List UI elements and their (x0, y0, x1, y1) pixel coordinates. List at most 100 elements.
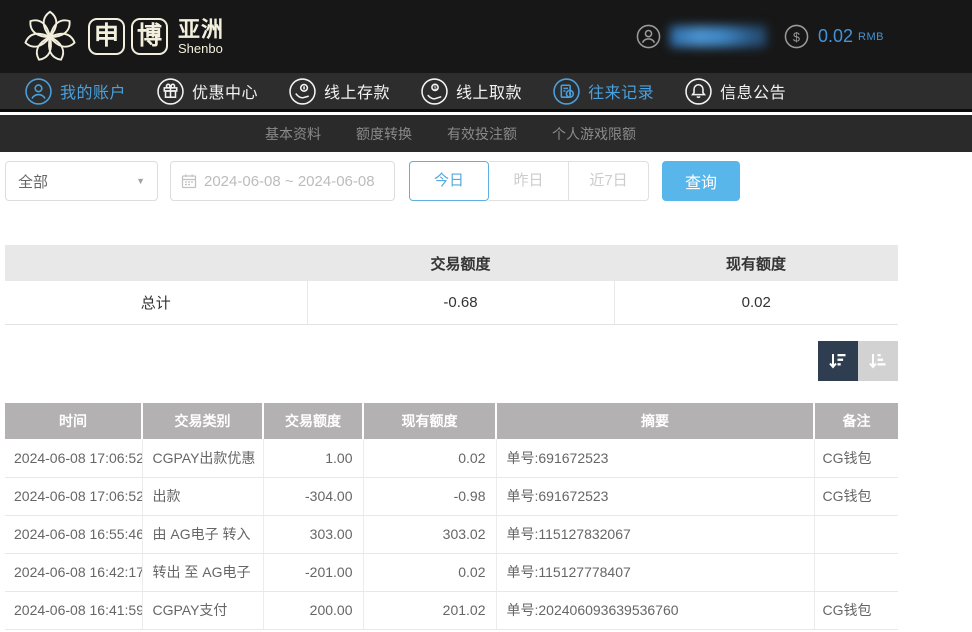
range-button-yesterday[interactable]: 昨日 (489, 161, 569, 201)
cell-time: 2024-06-08 16:42:17 (5, 553, 142, 591)
deposit-icon (289, 78, 316, 105)
table-row: 2024-06-08 17:06:52 出款 -304.00 -0.98 单号:… (5, 477, 898, 515)
cell-current-balance: 201.02 (363, 591, 496, 629)
type-select-value: 全部 (18, 171, 48, 192)
cell-time: 2024-06-08 17:06:52 (5, 477, 142, 515)
chevron-down-icon: ▼ (136, 176, 145, 186)
cell-type: 由 AG电子 转入 (142, 515, 263, 553)
cell-current-balance: 0.02 (363, 439, 496, 477)
cell-current-balance: -0.98 (363, 477, 496, 515)
balance-amount: 0.02 (818, 26, 853, 47)
cell-note: CG钱包 (814, 591, 898, 629)
bell-icon (685, 78, 712, 105)
nav-item-deposit[interactable]: 线上存款 (289, 78, 390, 105)
nav-item-promotions[interactable]: 优惠中心 (157, 78, 258, 105)
date-range-value: 2024-06-08 ~ 2024-06-08 (204, 173, 375, 190)
subnav-item-basic-info[interactable]: 基本资料 (265, 124, 321, 144)
cell-transaction-amount: 303.00 (263, 515, 363, 553)
logo-region: 亚洲 Shenbo (178, 19, 224, 55)
user-icon (25, 78, 52, 105)
dollar-icon: $ (784, 24, 809, 49)
cell-type: 转出 至 AG电子 (142, 553, 263, 591)
nav-item-announcements[interactable]: 信息公告 (685, 78, 786, 105)
brand-logo[interactable]: 申 博 亚洲 Shenbo (22, 9, 224, 65)
nav-label: 线上存款 (324, 79, 390, 103)
table-row: 2024-06-08 16:41:59 CGPAY支付 200.00 201.0… (5, 591, 898, 629)
summary-header-row: 交易额度 现有额度 (5, 245, 898, 281)
user-account-block[interactable] (636, 24, 766, 49)
cell-summary: 单号:202406093639536760 (496, 591, 814, 629)
cell-note (814, 515, 898, 553)
query-button[interactable]: 查询 (662, 161, 740, 201)
summary-current-balance: 0.02 (614, 281, 898, 324)
username-redacted (670, 26, 766, 47)
table-row: 2024-06-08 16:42:17 转出 至 AG电子 -201.00 0.… (5, 553, 898, 591)
sort-descending-button[interactable] (818, 341, 858, 381)
nav-item-my-account[interactable]: 我的账户 (25, 78, 126, 105)
records-header-summary: 摘要 (496, 403, 814, 439)
withdraw-icon: $ (421, 78, 448, 105)
cell-current-balance: 0.02 (363, 553, 496, 591)
cell-transaction-amount: -201.00 (263, 553, 363, 591)
nav-label: 优惠中心 (192, 79, 258, 103)
nav-item-transaction-records[interactable]: 往来记录 (553, 78, 654, 105)
logo-char-bo: 博 (131, 18, 168, 55)
sort-controls (818, 341, 898, 381)
cell-summary: 单号:115127778407 (496, 553, 814, 591)
summary-total-label: 总计 (5, 281, 307, 324)
cell-summary: 单号:691672523 (496, 439, 814, 477)
main-nav: 我的账户 优惠中心 线上存款 $ 线上取款 (0, 73, 972, 112)
summary-header-transaction-amount: 交易额度 (307, 245, 614, 281)
cell-note (814, 553, 898, 591)
balance-currency: RMB (858, 31, 884, 43)
nav-label: 线上取款 (456, 79, 522, 103)
logo-char-shen: 申 (88, 18, 125, 55)
records-header-transaction-amount: 交易额度 (263, 403, 363, 439)
table-row: 2024-06-08 17:06:52 CGPAY出款优惠 1.00 0.02 … (5, 439, 898, 477)
range-button-today[interactable]: 今日 (409, 161, 489, 201)
records-header-type: 交易类别 (142, 403, 263, 439)
cell-type: CGPAY支付 (142, 591, 263, 629)
sort-ascending-icon (867, 350, 889, 372)
records-header-current-balance: 现有额度 (363, 403, 496, 439)
sub-nav: 基本资料 额度转换 有效投注额 个人游戏限额 (0, 115, 972, 152)
summary-total-row: 总计 -0.68 0.02 (5, 281, 898, 324)
top-header: 申 博 亚洲 Shenbo $ 0.02 RMB (0, 0, 972, 73)
nav-label: 信息公告 (720, 79, 786, 103)
page: 申 博 亚洲 Shenbo $ 0.02 RMB (0, 0, 972, 632)
cell-time: 2024-06-08 16:55:46 (5, 515, 142, 553)
records-icon (553, 78, 580, 105)
table-row: 2024-06-08 16:55:46 由 AG电子 转入 303.00 303… (5, 515, 898, 553)
cell-transaction-amount: -304.00 (263, 477, 363, 515)
date-range-input[interactable]: 2024-06-08 ~ 2024-06-08 (170, 161, 395, 201)
summary-table: 交易额度 现有额度 总计 -0.68 0.02 (5, 245, 898, 325)
cell-time: 2024-06-08 17:06:52 (5, 439, 142, 477)
cell-transaction-amount: 200.00 (263, 591, 363, 629)
sort-ascending-button[interactable] (858, 341, 898, 381)
subnav-item-game-limits[interactable]: 个人游戏限额 (552, 124, 636, 144)
cell-type: CGPAY出款优惠 (142, 439, 263, 477)
subnav-item-valid-bets[interactable]: 有效投注额 (447, 124, 517, 144)
type-select[interactable]: 全部 ▼ (5, 161, 158, 201)
cell-time: 2024-06-08 16:41:59 (5, 591, 142, 629)
cell-note: CG钱包 (814, 439, 898, 477)
subnav-item-credit-transfer[interactable]: 额度转换 (356, 124, 412, 144)
quick-range-group: 今日 昨日 近7日 (409, 161, 649, 201)
logo-region-en: Shenbo (178, 42, 224, 55)
cell-type: 出款 (142, 477, 263, 515)
nav-label: 我的账户 (60, 79, 126, 103)
records-header-row: 时间 交易类别 交易额度 现有额度 摘要 备注 (5, 403, 898, 439)
svg-text:$: $ (793, 30, 800, 44)
cell-summary: 单号:115127832067 (496, 515, 814, 553)
range-button-last7days[interactable]: 近7日 (569, 161, 649, 201)
records-header-time: 时间 (5, 403, 142, 439)
balance-block[interactable]: $ 0.02 RMB (784, 24, 884, 49)
records-table: 时间 交易类别 交易额度 现有额度 摘要 备注 2024-06-08 17:06… (5, 403, 898, 630)
logo-region-cn: 亚洲 (178, 19, 224, 41)
records-header-note: 备注 (814, 403, 898, 439)
filter-bar: 全部 ▼ 2024-06-08 ~ 2024-06-08 今日 昨日 近7日 查… (5, 161, 740, 201)
nav-label: 往来记录 (588, 79, 654, 103)
cell-summary: 单号:691672523 (496, 477, 814, 515)
summary-header-empty (5, 245, 307, 281)
nav-item-withdraw[interactable]: $ 线上取款 (421, 78, 522, 105)
